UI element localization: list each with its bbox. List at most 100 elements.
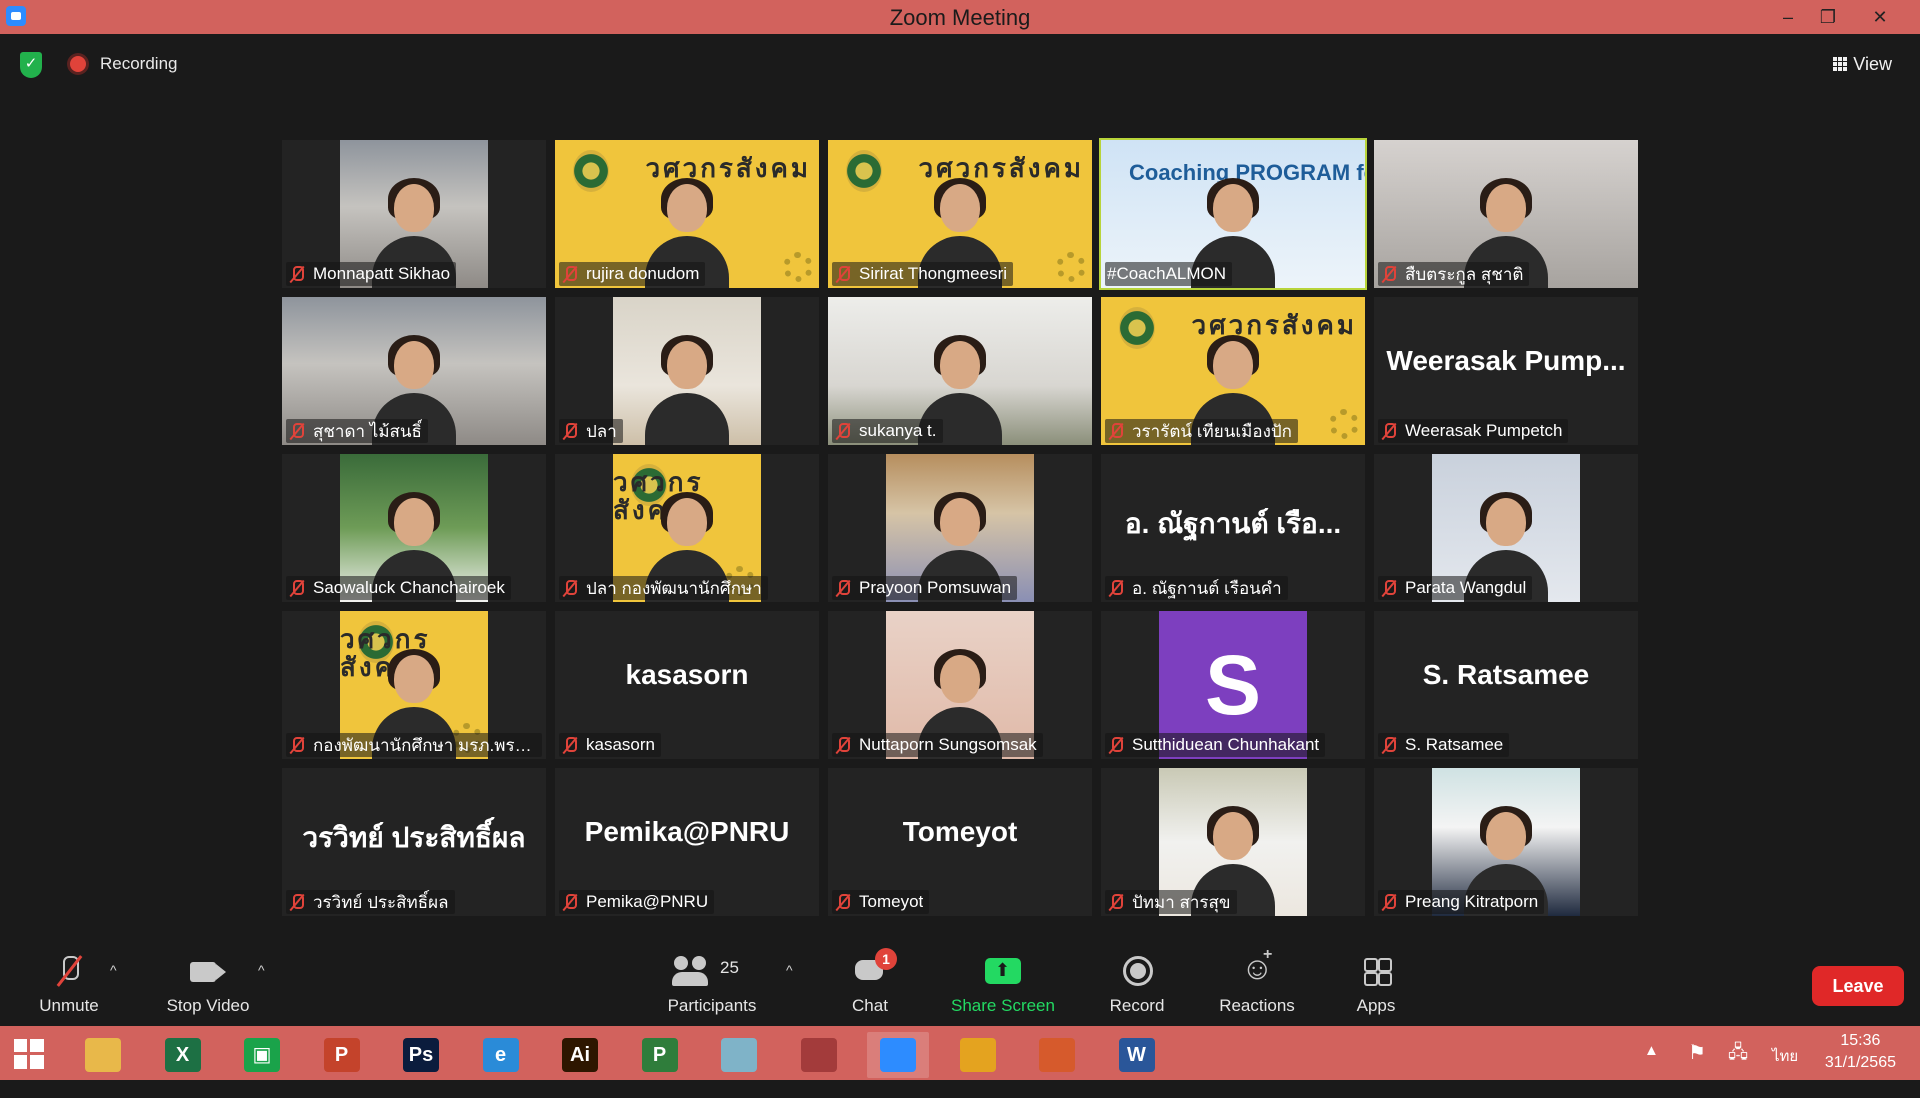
reactions-button[interactable]: Reactions xyxy=(1214,946,1300,1016)
record-button[interactable]: Record xyxy=(1104,954,1170,1016)
muted-mic-icon xyxy=(288,265,306,283)
internet-explorer-icon: e xyxy=(482,1038,519,1072)
participant-tile[interactable]: อ. ณัฐกานต์ เรือ... อ. ณัฐกานต์ เรือนคำ xyxy=(1101,454,1365,602)
participant-name: sukanya t. xyxy=(859,421,937,440)
participant-tile[interactable]: Prayoon Pomsuwan xyxy=(828,454,1092,602)
muted-mic-icon xyxy=(288,579,306,597)
participant-display-name: Pemika@PNRU xyxy=(584,816,790,847)
shield-check-icon[interactable]: ✓ xyxy=(20,52,42,78)
participant-name: กองพัฒนานักศึกษา มรภ.พระนคร xyxy=(313,735,536,755)
participant-tile[interactable]: Saowaluck Chanchairoek xyxy=(282,454,546,602)
taskbar-app[interactable] xyxy=(788,1032,850,1078)
participant-tile[interactable]: วศวกรสังคม ปลา กองพัฒนานักศึกษา xyxy=(555,454,819,602)
participant-tile[interactable]: Preang Kitratporn xyxy=(1374,768,1638,916)
minimize-button[interactable]: – xyxy=(1768,2,1808,32)
meeting-controls: Unmute ^ Stop Video ^ 25 Participants ^ … xyxy=(0,944,1920,1026)
participant-name: Prayoon Pomsuwan xyxy=(859,578,1012,597)
stop-video-button[interactable]: Stop Video xyxy=(158,954,258,1016)
muted-mic-icon xyxy=(1380,265,1398,283)
participant-name-label: #CoachALMON xyxy=(1105,262,1233,286)
participant-tile[interactable]: ปลา xyxy=(555,297,819,445)
video-options-caret-icon[interactable]: ^ xyxy=(258,962,265,978)
participant-tile[interactable]: S. Ratsamee S. Ratsamee xyxy=(1374,611,1638,759)
participant-tile[interactable]: Weerasak Pump... Weerasak Pumpetch xyxy=(1374,297,1638,445)
taskbar-app[interactable]: W xyxy=(1106,1032,1168,1078)
participant-tile[interactable]: sukanya t. xyxy=(828,297,1092,445)
flag-icon[interactable]: ⚑ xyxy=(1688,1040,1706,1094)
participant-tile[interactable]: Tomeyot Tomeyot xyxy=(828,768,1092,916)
apps-button[interactable]: Apps xyxy=(1348,954,1404,1016)
poster-text: วศวกรสังคม xyxy=(918,153,1084,183)
taskbar-app[interactable]: ▣ xyxy=(231,1032,293,1078)
participant-tile[interactable]: วศวกรสังคม วรารัตน์ เทียนเมืองปัก xyxy=(1101,297,1365,445)
close-button[interactable]: ✕ xyxy=(1860,2,1900,32)
participant-display-name: S. Ratsamee xyxy=(1422,659,1590,690)
participant-video xyxy=(613,297,761,445)
taskbar-app[interactable] xyxy=(947,1032,1009,1078)
participants-caret-icon[interactable]: ^ xyxy=(786,962,793,978)
taskbar-app[interactable]: P xyxy=(629,1032,691,1078)
participant-tile[interactable]: วศวกรสังคม กองพัฒนานักศึกษา มรภ.พระนคร xyxy=(282,611,546,759)
taskbar-app[interactable]: Ps xyxy=(390,1032,452,1078)
taskbar-app[interactable]: P xyxy=(311,1032,373,1078)
muted-mic-icon xyxy=(1380,893,1398,911)
muted-mic-icon xyxy=(561,422,579,440)
participant-name-label: rujira donudom xyxy=(559,262,706,286)
leave-button[interactable]: Leave xyxy=(1812,966,1904,1006)
participant-tile[interactable]: kasasorn kasasorn xyxy=(555,611,819,759)
participant-tile[interactable]: Pemika@PNRU Pemika@PNRU xyxy=(555,768,819,916)
unmute-button[interactable]: Unmute xyxy=(26,954,112,1016)
muted-mic-icon xyxy=(288,422,306,440)
participant-tile[interactable]: Nuttaporn Sungsomsak xyxy=(828,611,1092,759)
windows-start-icon[interactable] xyxy=(14,1039,44,1069)
muted-mic-icon xyxy=(288,736,306,754)
meeting-top-bar: ✓ Recording View xyxy=(0,34,1920,94)
participant-display-name: วรวิทย์ ประสิทธิ์ผล xyxy=(302,822,526,853)
participant-name: ปัทมา สารสุข xyxy=(1132,892,1231,912)
participant-name-label: อ. ณัฐกานต์ เรือนคำ xyxy=(1105,576,1288,600)
taskbar-app[interactable]: X xyxy=(152,1032,214,1078)
chat-button[interactable]: 1 Chat xyxy=(840,948,900,1016)
participant-name: #CoachALMON xyxy=(1107,264,1227,283)
share-screen-button[interactable]: Share Screen xyxy=(944,954,1062,1016)
participant-tile[interactable]: วศวกรสังคม Sirirat Thongmeesri xyxy=(828,140,1092,288)
audio-options-caret-icon[interactable]: ^ xyxy=(110,962,117,978)
participant-name-label: Nuttaporn Sungsomsak xyxy=(832,733,1043,757)
participant-name: Tomeyot xyxy=(859,892,924,911)
taskbar-app[interactable] xyxy=(72,1032,134,1078)
language-indicator[interactable]: ไทย xyxy=(1772,1044,1798,1098)
participant-tile[interactable]: ปัทมา สารสุข xyxy=(1101,768,1365,916)
participant-name: rujira donudom xyxy=(586,264,700,283)
participant-tile[interactable]: วศวกรสังคม rujira donudom xyxy=(555,140,819,288)
network-icon[interactable]: 🖧 xyxy=(1728,1040,1748,1094)
share-screen-icon xyxy=(985,954,1021,988)
participant-tile[interactable]: สืบตระกูล สุชาติ xyxy=(1374,140,1638,288)
muted-mic-icon xyxy=(834,265,852,283)
muted-mic-icon xyxy=(561,265,579,283)
taskbar-app[interactable]: Ai xyxy=(549,1032,611,1078)
taskbar-app[interactable] xyxy=(708,1032,770,1078)
photoscape-icon xyxy=(800,1038,837,1072)
participants-button[interactable]: 25 Participants xyxy=(656,954,768,1016)
participant-display-name: kasasorn xyxy=(625,659,749,690)
participant-tile[interactable]: S Sutthiduean Chunhakant xyxy=(1101,611,1365,759)
restore-button[interactable]: ❐ xyxy=(1808,2,1848,32)
participant-tile[interactable]: Coaching PROGRAM for Trainer#CoachALMON xyxy=(1099,138,1367,290)
taskbar-app[interactable] xyxy=(1026,1032,1088,1078)
gallery-grid: Monnapatt Sikhao วศวกรสังคม rujira donudom… xyxy=(282,138,1638,920)
taskbar-app[interactable] xyxy=(867,1032,929,1078)
system-clock[interactable]: 15:36 31/1/2565 xyxy=(1825,1030,1896,1074)
taskbar-app[interactable]: e xyxy=(470,1032,532,1078)
participant-name-label: วรวิทย์ ประสิทธิ์ผล xyxy=(286,890,455,914)
participant-tile[interactable]: Monnapatt Sikhao xyxy=(282,140,546,288)
muted-mic-icon xyxy=(1380,736,1398,754)
participant-name: Preang Kitratporn xyxy=(1405,892,1539,911)
tray-up-arrow-icon[interactable]: ▲ xyxy=(1644,1042,1659,1096)
muted-mic-icon xyxy=(1107,893,1125,911)
stop-video-label: Stop Video xyxy=(166,996,250,1015)
participant-tile[interactable]: Parata Wangdul xyxy=(1374,454,1638,602)
participant-name: Nuttaporn Sungsomsak xyxy=(859,735,1037,754)
participant-tile[interactable]: สุชาดา ไม้สนธิ์ xyxy=(282,297,546,445)
view-button[interactable]: View xyxy=(1823,48,1902,80)
participant-tile[interactable]: วรวิทย์ ประสิทธิ์ผล วรวิทย์ ประสิทธิ์ผล xyxy=(282,768,546,916)
